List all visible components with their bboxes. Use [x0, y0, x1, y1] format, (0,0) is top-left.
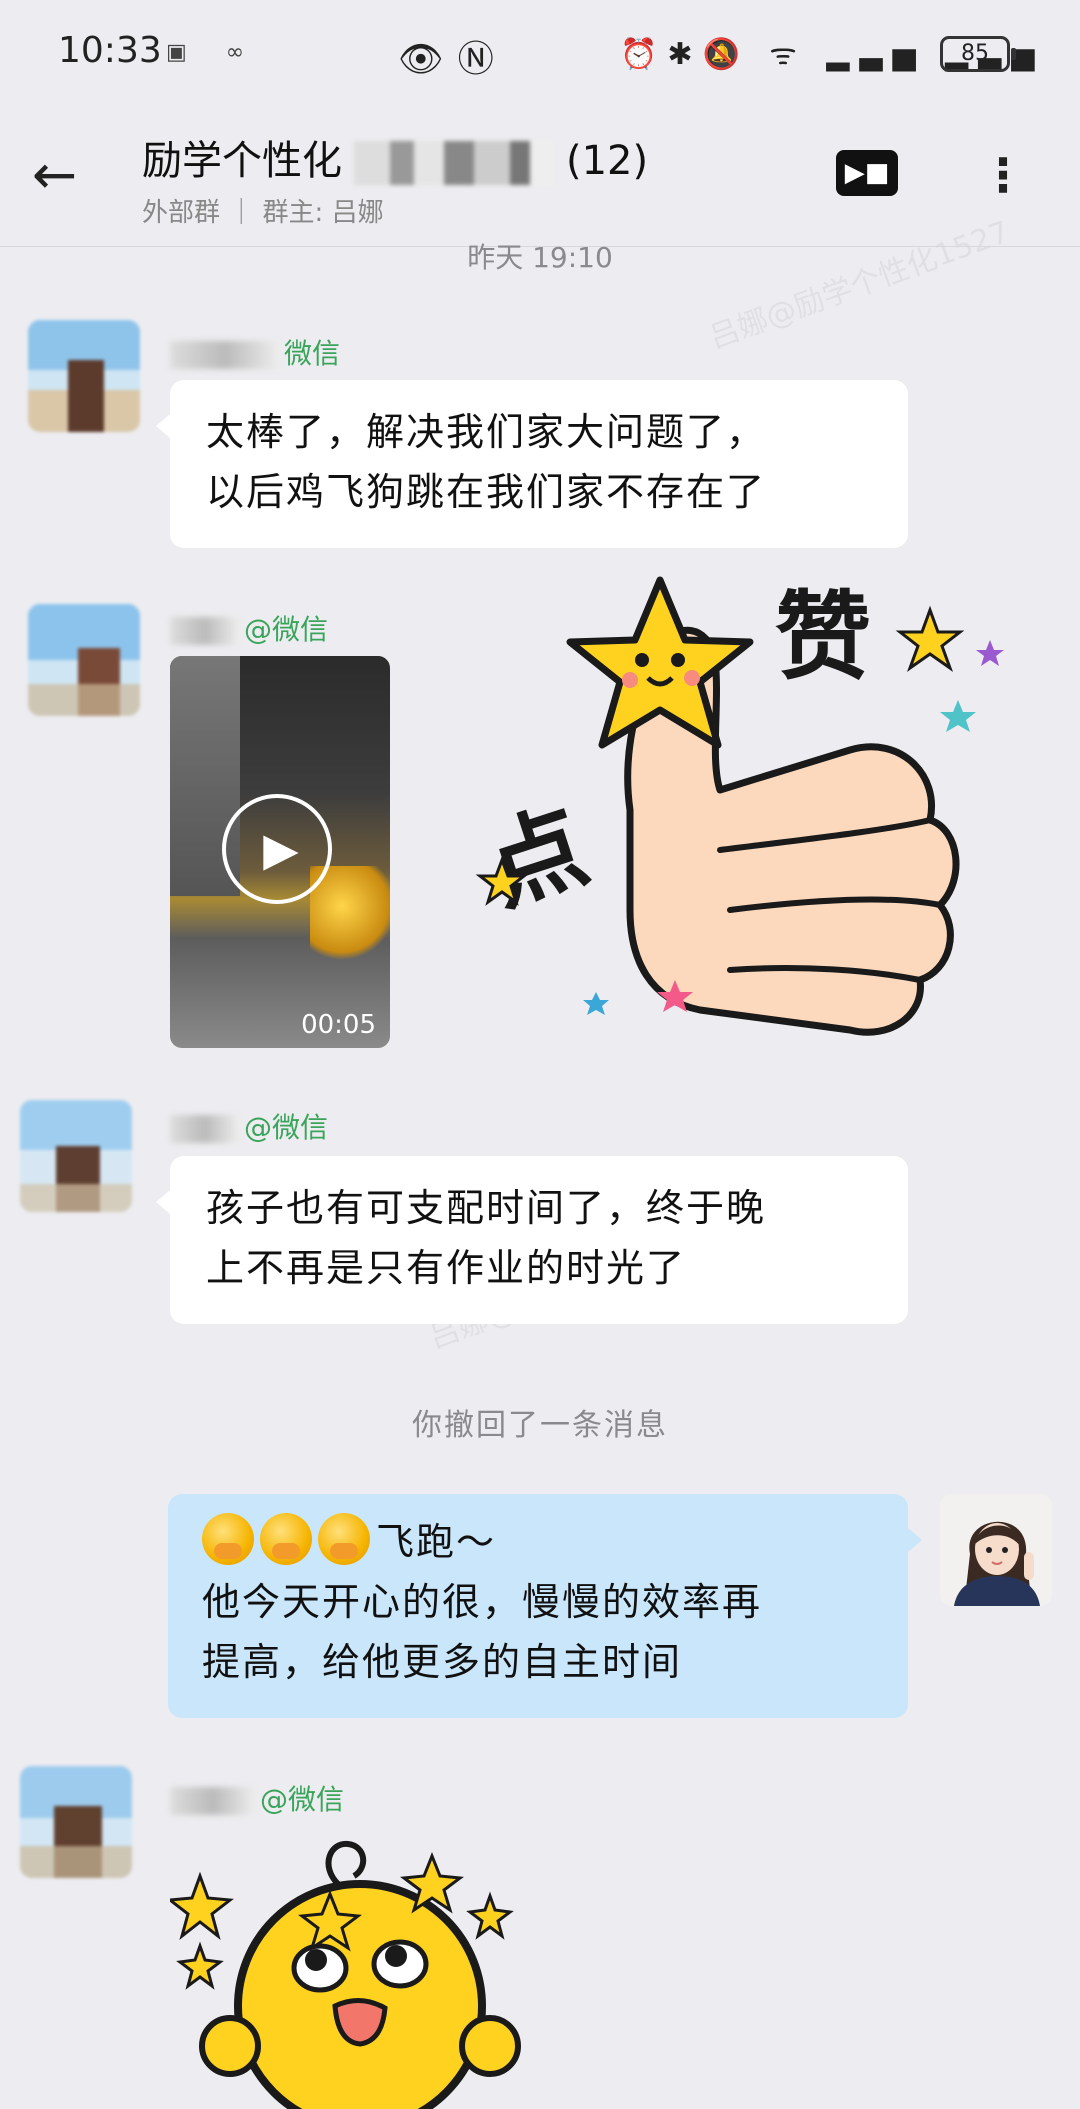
status-bar: 10:33 ▣ ∞ 👁Ⓝ ⏰✱🔕 ᯤ ▂▃▅ ▂▃▅ 85	[0, 0, 1080, 110]
message-text: 他今天开心的很，慢慢的效率再	[202, 1580, 763, 1624]
back-arrow-icon[interactable]: ←	[32, 140, 102, 210]
sender-name: 微信	[170, 332, 340, 372]
message-text: 提高，给他更多的自主时间	[202, 1640, 683, 1684]
notification-icons: ▣ ∞	[166, 40, 261, 65]
more-options-icon[interactable]: ⋮	[980, 140, 1026, 210]
avatar[interactable]	[28, 320, 140, 432]
star-icon	[976, 640, 1004, 666]
sticker-text: 点	[474, 790, 600, 926]
message-bubble[interactable]: 孩子也有可支配时间了，终于晚 上不再是只有作业的时光了	[156, 1156, 908, 1324]
smiley-face-icon	[234, 1880, 486, 2109]
recall-notice: 你撤回了一条消息	[412, 1408, 668, 1443]
group-name: 励学个性化	[142, 138, 342, 184]
blurred-title-part	[354, 141, 554, 185]
chat-subtitle: 外部群 ｜ 群主: 吕娜	[142, 198, 384, 228]
battery-icon: 85	[940, 36, 1016, 72]
blurred-name	[170, 1115, 240, 1143]
excited-face-sticker[interactable]	[170, 1836, 530, 2109]
blush-emoji-icon	[202, 1513, 254, 1565]
avatar-portrait	[940, 1494, 1052, 1606]
message-text: 以后鸡飞狗跳在我们家不存在了	[206, 470, 767, 514]
video-duration: 00:05	[301, 1010, 376, 1040]
sticker-text: 赞	[775, 581, 871, 693]
status-time: 10:33	[58, 30, 162, 71]
group-owner: 群主: 吕娜	[262, 198, 384, 228]
thumbs-up-sticker[interactable]: 赞 点	[470, 560, 1030, 1050]
sender-name: @微信	[170, 608, 328, 648]
star-icon	[895, 605, 965, 672]
blush-emoji-icon	[318, 1513, 370, 1565]
video-call-icon[interactable]: ▶■	[836, 150, 898, 196]
member-count: (12)	[566, 138, 649, 184]
sender-name: @微信	[170, 1778, 344, 1818]
message-timestamp: 昨天 19:10	[467, 241, 613, 274]
sender-name: @微信	[170, 1106, 328, 1146]
message-text: 孩子也有可支配时间了，终于晚	[206, 1186, 767, 1230]
message-text: 太棒了，解决我们家大问题了，	[206, 410, 767, 454]
avatar[interactable]	[20, 1100, 132, 1212]
blurred-name	[170, 341, 280, 369]
star-icon	[583, 992, 609, 1015]
star-icon	[940, 700, 976, 732]
group-type: 外部群	[142, 198, 221, 228]
blurred-name	[170, 617, 240, 645]
sparkle-icon	[170, 1871, 234, 1940]
my-avatar[interactable]	[940, 1494, 1052, 1606]
message-bubble[interactable]: 太棒了，解决我们家大问题了， 以后鸡飞狗跳在我们家不存在了	[156, 380, 908, 548]
blush-emoji-icon	[260, 1513, 312, 1565]
message-text: 飞跑～	[376, 1520, 497, 1564]
avatar[interactable]	[20, 1766, 132, 1878]
blurred-name	[170, 1787, 256, 1815]
sparkle-icon	[466, 1891, 514, 1940]
video-message[interactable]: ▶ 00:05	[170, 656, 390, 1048]
avatar[interactable]	[28, 604, 140, 716]
play-icon[interactable]: ▶	[222, 794, 332, 904]
sparkle-icon	[176, 1941, 224, 1990]
my-message-bubble[interactable]: 飞跑～ 他今天开心的很，慢慢的效率再 提高，给他更多的自主时间	[168, 1494, 922, 1718]
message-text: 上不再是只有作业的时光了	[206, 1246, 687, 1290]
chat-title[interactable]: 励学个性化 (12)	[142, 128, 648, 186]
chat-header: ← 励学个性化 (12) 外部群 ｜ 群主: 吕娜 ▶■ ⋮	[0, 110, 1080, 247]
eye-nfc-icons: 👁Ⓝ	[398, 39, 508, 80]
